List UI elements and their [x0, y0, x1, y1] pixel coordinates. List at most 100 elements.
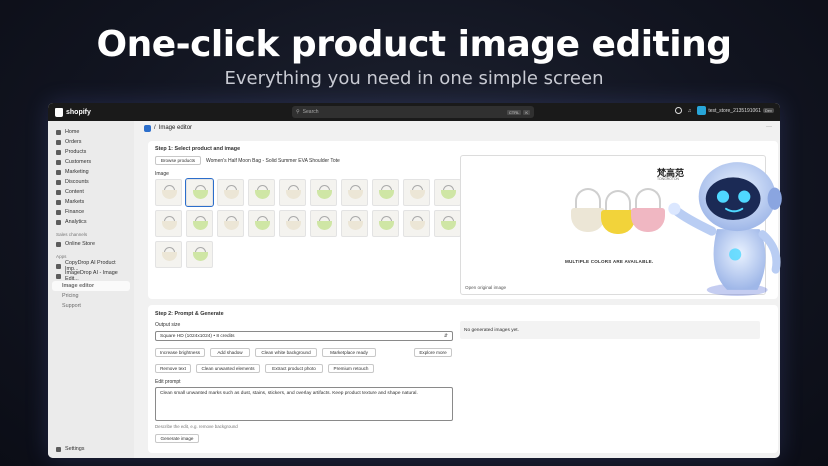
- edit-prompt-label: Edit prompt: [155, 379, 181, 385]
- sidebar-item-pricing[interactable]: Pricing: [52, 291, 130, 301]
- sidebar-item-label: Content: [65, 189, 84, 195]
- page-title: Image editor: [158, 125, 193, 131]
- sidebar-item-imagedrop[interactable]: ImageDrop AI - Image Edit...: [52, 270, 130, 282]
- sidebar-item-finance[interactable]: Finance: [52, 207, 130, 217]
- product-image-thumbnail[interactable]: [310, 210, 337, 237]
- product-image-thumbnail[interactable]: [217, 179, 244, 206]
- product-image-thumbnail[interactable]: [341, 179, 368, 206]
- product-image-thumbnail[interactable]: [372, 210, 399, 237]
- search-input[interactable]: ⚲ Search CTRL K: [292, 106, 534, 118]
- generated-images-panel: No generated images yet.: [460, 321, 760, 339]
- breadcrumb-separator: /: [154, 125, 156, 131]
- product-image-thumbnail[interactable]: [279, 210, 306, 237]
- preview-tagline: MULTIPLE COLORS ARE AVAILABLE.: [565, 259, 654, 264]
- sidebar-item-settings[interactable]: Settings: [52, 444, 130, 454]
- product-image-thumbnail[interactable]: [372, 179, 399, 206]
- sidebar-item-label: Analytics: [65, 219, 87, 225]
- product-image-thumbnail[interactable]: [279, 179, 306, 206]
- bell-icon[interactable]: ♫: [688, 108, 692, 114]
- sidebar-item-orders[interactable]: Orders: [52, 137, 130, 147]
- sidebar-item-label: Marketing: [65, 169, 89, 175]
- top-right-actions: ♫ test_store_2135191061 Dev: [674, 106, 774, 115]
- gear-icon[interactable]: [674, 107, 682, 114]
- product-image-thumbnail[interactable]: [186, 210, 213, 237]
- product-image-thumbnail[interactable]: [434, 179, 461, 206]
- sidebar-item-discounts[interactable]: Discounts: [52, 177, 130, 187]
- image-grid: [155, 178, 461, 268]
- product-image-thumbnail[interactable]: [155, 210, 182, 237]
- product-image-thumbnail[interactable]: [403, 210, 430, 237]
- app-icon[interactable]: [144, 124, 151, 132]
- generate-image-button[interactable]: Generate image: [155, 434, 199, 443]
- sidebar-item-marketing[interactable]: Marketing: [52, 167, 130, 177]
- product-image-thumbnail[interactable]: [185, 178, 214, 207]
- search-icon: ⚲: [296, 109, 300, 115]
- sidebar-item-label: Pricing: [62, 293, 79, 299]
- marketplace-ready-button[interactable]: Marketplace ready: [322, 348, 376, 357]
- bank-icon: [56, 209, 61, 215]
- sidebar-item-label: ImageDrop AI - Image Edit...: [65, 270, 118, 282]
- sidebar-item-home[interactable]: Home: [52, 127, 130, 137]
- shopify-logo[interactable]: shopify: [55, 107, 91, 117]
- sidebar-item-customers[interactable]: Customers: [52, 157, 130, 167]
- orders-icon: [56, 139, 61, 145]
- sidebar-item-support[interactable]: Support: [52, 301, 130, 311]
- sidebar-item-label: Finance: [65, 209, 85, 215]
- product-image-thumbnail[interactable]: [434, 210, 461, 237]
- step2-card: Step 2: Prompt & Generate Output size Sq…: [148, 305, 778, 453]
- app-icon: [56, 263, 61, 269]
- add-shadow-button[interactable]: Add shadow: [210, 348, 250, 357]
- content-icon: [56, 189, 61, 195]
- hero-title: One-click product image editing: [96, 24, 733, 65]
- sidebar-item-label: Customers: [65, 159, 92, 165]
- sidebar-item-markets[interactable]: Markets: [52, 197, 130, 207]
- sidebar-item-label: Image editor: [62, 283, 95, 289]
- product-image-thumbnail[interactable]: [341, 210, 368, 237]
- sidebar-item-label: Orders: [65, 139, 82, 145]
- discount-icon: [56, 179, 61, 185]
- sales-channels-heading: Sales channels: [56, 232, 88, 237]
- sidebar-item-products[interactable]: Products: [52, 147, 130, 157]
- clean-unwanted-elements-button[interactable]: Clean unwanted elements: [196, 364, 260, 373]
- product-image-thumbnail[interactable]: [248, 210, 275, 237]
- product-image-thumbnail[interactable]: [155, 241, 182, 268]
- product-image-thumbnail[interactable]: [155, 179, 182, 206]
- edit-prompt-hint: Describe the edit, e.g. remove backgroun…: [155, 424, 238, 429]
- edit-prompt-textarea[interactable]: Clean small unwanted marks such as dust,…: [155, 387, 453, 421]
- product-image-thumbnail[interactable]: [186, 241, 213, 268]
- top-bar: shopify ⚲ Search CTRL K ♫ test_store_213…: [48, 103, 780, 121]
- sidebar-item-label: Settings: [65, 446, 85, 452]
- target-icon: [56, 169, 61, 175]
- thumbnail-bag: [441, 190, 456, 199]
- explore-more-button[interactable]: Explore more: [414, 348, 452, 357]
- sidebar-item-content[interactable]: Content: [52, 187, 130, 197]
- product-image-thumbnail[interactable]: [403, 179, 430, 206]
- clean-white-background-button[interactable]: Clean white background: [255, 348, 317, 357]
- extract-product-photo-button[interactable]: Extract product photo: [265, 364, 323, 373]
- k-key: K: [523, 109, 530, 115]
- product-image-thumbnail[interactable]: [310, 179, 337, 206]
- product-name: Women's Half Moon Bag - Solid Summer EVA…: [206, 158, 340, 164]
- increase-brightness-button[interactable]: Increase brightness: [155, 348, 205, 357]
- sidebar-item-label: Products: [65, 149, 87, 155]
- store-badge: Dev: [762, 108, 774, 113]
- output-size-select[interactable]: Square HD (1024x1024) • 8 credits ⇵: [155, 331, 453, 341]
- hero-subtitle: Everything you need in one simple screen: [224, 68, 604, 89]
- sidebar-item-label: Online Store: [65, 241, 95, 247]
- breadcrumb: / Image editor ···: [134, 121, 780, 135]
- bag-yellow: [601, 210, 635, 234]
- premium-retouch-button[interactable]: Premium retouch: [328, 364, 374, 373]
- sidebar-item-analytics[interactable]: Analytics: [52, 217, 130, 227]
- sidebar-item-image-editor[interactable]: Image editor: [52, 281, 130, 291]
- sidebar-item-online-store[interactable]: Online Store: [52, 239, 130, 249]
- home-icon: [56, 129, 61, 135]
- store-switcher[interactable]: test_store_2135191061 Dev: [697, 106, 774, 115]
- browse-products-button[interactable]: Browse products: [155, 156, 201, 165]
- product-image-thumbnail[interactable]: [248, 179, 275, 206]
- product-image-thumbnail[interactable]: [217, 210, 244, 237]
- sidebar: Home Orders Products Customers Marketing…: [48, 121, 134, 458]
- more-actions-icon[interactable]: ···: [766, 124, 772, 130]
- remove-text-button[interactable]: Remove text: [155, 364, 191, 373]
- open-original-image-link[interactable]: Open original image: [465, 285, 506, 290]
- store-icon: [56, 241, 61, 247]
